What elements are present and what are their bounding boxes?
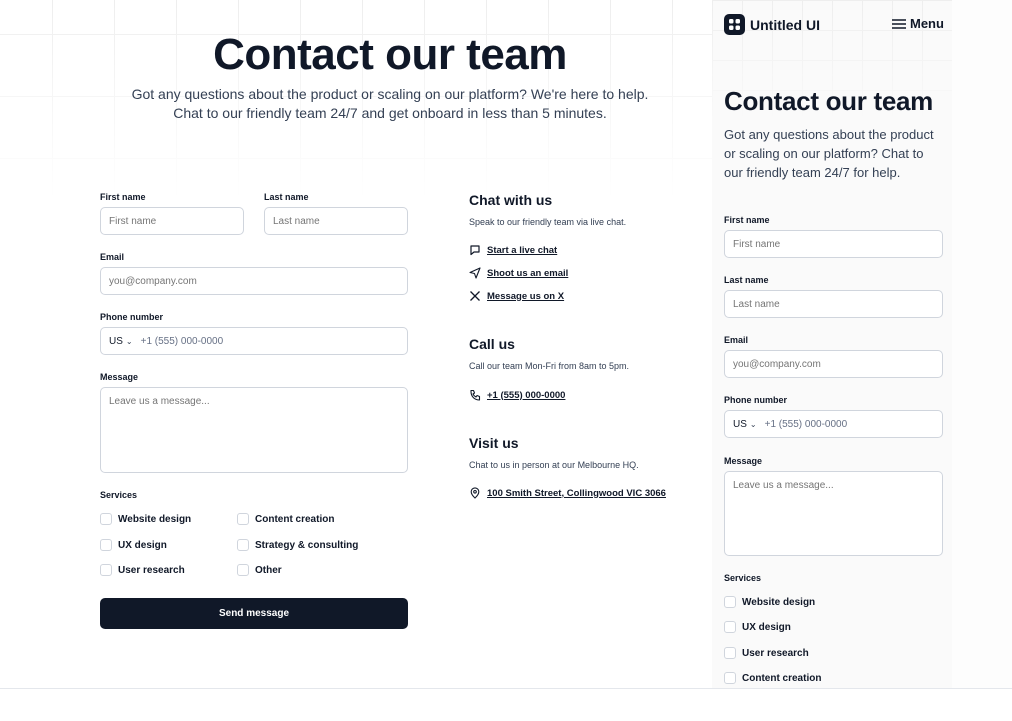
hamburger-icon <box>892 18 906 29</box>
last-name-field[interactable] <box>724 290 943 318</box>
phone-link[interactable]: +1 (555) 000-0000 <box>469 389 565 401</box>
divider <box>0 688 1012 689</box>
checkbox[interactable] <box>100 564 112 576</box>
service-label: UX design <box>742 621 791 633</box>
subtitle-line: our friendly team 24/7 for help. <box>724 165 901 180</box>
service-option[interactable]: Website design <box>100 513 191 525</box>
country-code-select[interactable]: US <box>733 419 747 430</box>
email-field[interactable] <box>724 350 943 378</box>
service-option[interactable]: UX design <box>100 539 167 551</box>
checkbox[interactable] <box>237 564 249 576</box>
service-label: User research <box>742 647 809 659</box>
checkbox[interactable] <box>724 647 736 659</box>
message-label: Message <box>724 456 763 466</box>
service-label: Website design <box>742 596 816 608</box>
services-label: Services <box>100 490 138 500</box>
link-label: Shoot us an email <box>487 267 569 279</box>
x-logo-icon <box>470 291 480 301</box>
x-link[interactable]: Message us on X <box>469 290 564 302</box>
chevron-down-icon[interactable]: ⌄ <box>126 337 133 346</box>
page-subtitle: Got any questions about the product or s… <box>100 85 680 123</box>
first-name-label: First name <box>724 215 770 225</box>
chevron-down-icon[interactable]: ⌄ <box>750 420 757 429</box>
service-label: Other <box>255 564 282 576</box>
phone-placeholder: +1 (555) 000-0000 <box>764 418 848 430</box>
phone-field[interactable]: US ⌄ +1 (555) 000-0000 <box>100 327 408 355</box>
service-label: UX design <box>118 539 167 551</box>
checkbox[interactable] <box>724 621 736 633</box>
last-name-label: Last name <box>264 192 309 202</box>
service-label: User research <box>118 564 185 576</box>
services-label: Services <box>724 573 762 583</box>
send-message-button[interactable]: Send message <box>100 598 408 629</box>
phone-field[interactable]: US ⌄ +1 (555) 000-0000 <box>724 410 943 438</box>
service-option[interactable]: Content creation <box>237 513 334 525</box>
checkbox[interactable] <box>724 596 736 608</box>
mobile-contact-page: Untitled UI Menu Contact our team Got an… <box>712 0 952 688</box>
phone-icon <box>470 389 481 401</box>
logo-icon <box>724 14 745 35</box>
map-pin-icon <box>470 487 480 499</box>
service-label: Strategy & consulting <box>255 539 359 551</box>
subtitle-line: Got any questions about the product or s… <box>131 86 649 102</box>
service-option[interactable]: UX design <box>724 621 791 633</box>
email-label: Email <box>724 335 749 345</box>
menu-button[interactable]: Menu <box>892 16 944 31</box>
checkbox[interactable] <box>100 539 112 551</box>
service-label: Content creation <box>742 672 822 684</box>
service-option[interactable]: User research <box>100 564 185 576</box>
subtitle-line: or scaling on our platform? Chat to <box>724 146 924 161</box>
email-label: Email <box>100 252 125 262</box>
visit-title: Visit us <box>469 435 519 451</box>
visit-text: Chat to us in person at our Melbourne HQ… <box>469 460 639 470</box>
phone-placeholder: +1 (555) 000-0000 <box>140 335 224 347</box>
desktop-contact-page: Contact our team Got any questions about… <box>0 0 712 688</box>
subtitle-line: Got any questions about the product <box>724 127 934 142</box>
link-label: 100 Smith Street, Collingwood VIC 3066 <box>487 487 666 499</box>
checkbox[interactable] <box>237 539 249 551</box>
service-label: Content creation <box>255 513 335 525</box>
send-icon <box>469 267 481 279</box>
email-field[interactable] <box>100 267 408 295</box>
last-name-label: Last name <box>724 275 769 285</box>
brand-logo[interactable]: Untitled UI <box>724 14 820 35</box>
right-margin <box>952 0 1012 688</box>
checkbox[interactable] <box>100 513 112 525</box>
call-title: Call us <box>469 336 515 352</box>
country-code-select[interactable]: US <box>109 336 123 347</box>
brand-name: Untitled UI <box>750 16 820 33</box>
live-chat-link[interactable]: Start a live chat <box>469 244 557 256</box>
phone-label: Phone number <box>724 395 788 405</box>
link-label: +1 (555) 000-0000 <box>487 389 566 401</box>
service-option[interactable]: Content creation <box>724 672 821 684</box>
checkbox[interactable] <box>237 513 249 525</box>
checkbox[interactable] <box>724 672 736 684</box>
first-name-field[interactable] <box>100 207 244 235</box>
first-name-field[interactable] <box>724 230 943 258</box>
subtitle-line: Chat to our friendly team 24/7 and get o… <box>173 105 607 121</box>
chat-bubble-icon <box>470 245 480 256</box>
service-option[interactable]: Other <box>237 564 282 576</box>
link-label: Message us on X <box>487 290 565 302</box>
chat-title: Chat with us <box>469 192 553 208</box>
message-label: Message <box>100 372 139 382</box>
service-option[interactable]: User research <box>724 647 809 659</box>
chat-text: Speak to our friendly team via live chat… <box>469 217 627 227</box>
mobile-page-title: Contact our team <box>724 86 934 116</box>
menu-label: Menu <box>910 16 944 31</box>
email-link[interactable]: Shoot us an email <box>469 267 568 279</box>
phone-label: Phone number <box>100 312 164 322</box>
page-title: Contact our team <box>213 30 567 79</box>
last-name-field[interactable] <box>264 207 408 235</box>
service-label: Website design <box>118 513 192 525</box>
first-name-label: First name <box>100 192 146 202</box>
link-label: Start a live chat <box>487 244 558 256</box>
service-option[interactable]: Website design <box>724 596 815 608</box>
message-field[interactable] <box>724 471 943 556</box>
mobile-page-subtitle: Got any questions about the product or s… <box>724 125 946 182</box>
message-field[interactable] <box>100 387 408 473</box>
address-link[interactable]: 100 Smith Street, Collingwood VIC 3066 <box>469 487 666 499</box>
service-option[interactable]: Strategy & consulting <box>237 539 358 551</box>
call-text: Call our team Mon-Fri from 8am to 5pm. <box>469 361 630 371</box>
